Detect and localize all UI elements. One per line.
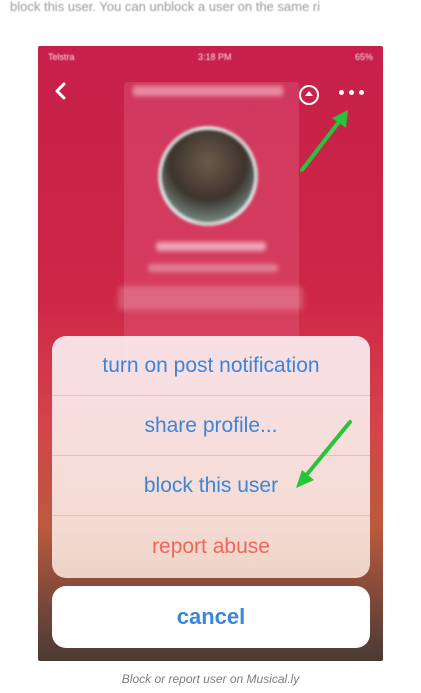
time-label: 3:18 PM [197,52,232,62]
arrow-icon [296,420,352,488]
article-text-snippet: block this user. You can unblock a user … [10,0,321,14]
image-caption: Block or report user on Musical.ly [121,672,300,686]
phone-screenshot: Telstra 3:18 PM 65% turn on post notific… [38,46,383,661]
profile-bio [118,286,303,310]
carrier-label: Telstra [48,52,75,62]
report-abuse-button[interactable]: report abuse [52,516,370,578]
turn-on-post-notification-button[interactable]: turn on post notification [52,336,370,396]
dot [358,89,364,95]
profile-username [156,242,266,251]
gift-icon[interactable] [298,84,320,106]
arrow-icon [300,110,348,172]
battery-label: 65% [354,52,373,62]
profile-stats [148,264,278,272]
avatar [158,126,258,226]
dot [338,89,344,95]
status-bar: Telstra 3:18 PM 65% [38,46,383,68]
cancel-button[interactable]: cancel [52,586,370,648]
more-horizontal-icon[interactable] [336,86,366,98]
chevron-left-icon[interactable] [52,82,70,100]
profile-header-title [133,86,283,96]
dot [348,89,354,95]
